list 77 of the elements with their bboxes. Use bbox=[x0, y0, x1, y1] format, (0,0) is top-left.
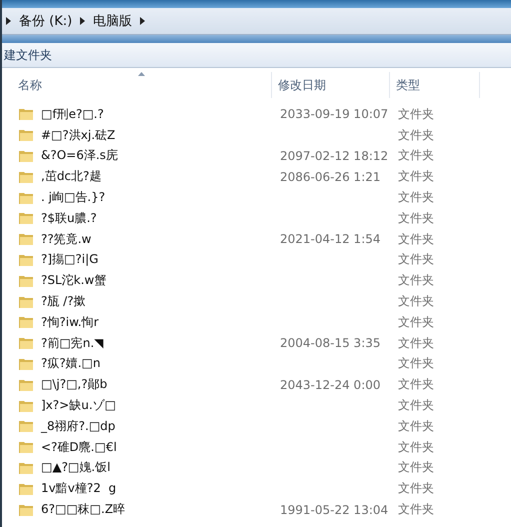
new-folder-button[interactable]: 建文件夹 bbox=[2, 43, 54, 67]
file-name[interactable]: ]x?>缺u.ゾ□ bbox=[41, 397, 116, 414]
folder-icon bbox=[18, 482, 34, 496]
file-type: 文件夹 bbox=[397, 440, 434, 454]
folder-icon bbox=[18, 440, 34, 454]
folder-icon bbox=[18, 419, 34, 434]
folder-icon bbox=[18, 190, 34, 205]
folder-icon bbox=[18, 128, 34, 142]
file-type: 文件夹 bbox=[397, 336, 434, 350]
file-type: 文件夹 bbox=[397, 398, 434, 412]
file-name[interactable]: 1v黯v橦?2 g bbox=[41, 480, 116, 498]
file-name[interactable]: ?恂?iw.恂r bbox=[41, 314, 99, 331]
file-name[interactable]: □f刑e?□.? bbox=[41, 106, 104, 123]
modified-date: 2004-08-15 3:35 bbox=[279, 336, 380, 350]
file-name[interactable]: ?]摥□?i|G bbox=[41, 251, 98, 268]
folder-icon bbox=[18, 148, 34, 163]
file-name[interactable]: ?箾□宪n.◥ bbox=[41, 334, 104, 352]
file-type: 文件夹 bbox=[397, 418, 434, 433]
sort-arrow-icon bbox=[138, 72, 145, 76]
file-name[interactable]: #□?洪xj.砝Z bbox=[41, 126, 116, 144]
folder-icon bbox=[18, 502, 34, 517]
modified-date: 2033-09-19 10:07 bbox=[279, 107, 388, 122]
folder-icon bbox=[18, 252, 34, 267]
file-name[interactable]: . j峋□告.}? bbox=[41, 189, 106, 206]
file-type: 文件夹 bbox=[397, 294, 434, 308]
file-name[interactable]: <?碓D麍.□€l bbox=[41, 438, 117, 456]
file-name[interactable]: ??筅竟.w bbox=[41, 230, 92, 248]
file-type: 文件夹 bbox=[397, 190, 434, 204]
file-name[interactable]: ?疭?嬻.□n bbox=[41, 355, 100, 372]
file-name[interactable]: □\j?□,?鄖b bbox=[41, 376, 108, 394]
chevron-icon bbox=[80, 17, 86, 25]
modified-date: 2043-12-24 0:00 bbox=[279, 378, 380, 392]
file-name[interactable]: ,茁dc北?趧 bbox=[41, 168, 102, 186]
folder-icon bbox=[18, 294, 34, 309]
modified-date: 2097-02-12 18:12 bbox=[279, 148, 388, 163]
column-header[interactable]: 名称 bbox=[18, 76, 42, 94]
file-type: 文件夹 bbox=[397, 356, 434, 370]
file-type: 文件夹 bbox=[397, 481, 434, 496]
folder-icon bbox=[18, 315, 34, 330]
folder-icon bbox=[18, 378, 34, 392]
folder-icon bbox=[18, 211, 34, 226]
folder-icon bbox=[18, 356, 34, 371]
folder-icon bbox=[18, 460, 34, 475]
file-type: 文件夹 bbox=[397, 252, 434, 266]
file-type: 文件夹 bbox=[397, 128, 434, 142]
file-type: 文件夹 bbox=[397, 314, 434, 329]
folder-icon bbox=[18, 274, 34, 288]
modified-date: 2021-04-12 1:54 bbox=[279, 232, 380, 246]
file-type: 文件夹 bbox=[397, 106, 434, 121]
file-type: 文件夹 bbox=[397, 502, 434, 516]
chevron-icon bbox=[6, 17, 11, 25]
folder-icon bbox=[18, 398, 34, 413]
file-type: 文件夹 bbox=[397, 460, 434, 474]
folder-icon bbox=[18, 107, 34, 122]
file-name[interactable]: &?O=6泽.s庑 bbox=[41, 147, 118, 164]
modified-date: 2086-06-26 1:21 bbox=[279, 170, 380, 184]
column-header[interactable]: 修改日期 bbox=[278, 76, 326, 94]
file-type: 文件夹 bbox=[397, 232, 434, 246]
folder-icon bbox=[18, 336, 34, 350]
file-name[interactable]: _8祤府?.□dp bbox=[41, 418, 116, 435]
file-type: 文件夹 bbox=[397, 377, 434, 392]
file-name[interactable]: □▲?□媿.饭l bbox=[41, 459, 110, 476]
file-name[interactable]: 6?□□秣□.Z晬 bbox=[41, 501, 126, 518]
file-type: 文件夹 bbox=[397, 148, 434, 162]
folder-icon bbox=[18, 232, 34, 246]
file-type: 文件夹 bbox=[397, 273, 434, 288]
modified-date: 1991-05-22 13:04 bbox=[279, 502, 388, 517]
breadcrumb-item[interactable]: 备份 (K:) bbox=[19, 12, 72, 30]
file-name[interactable]: ?瓬 /?撳 bbox=[41, 293, 86, 310]
file-type: 文件夹 bbox=[397, 169, 434, 184]
column-header[interactable]: 类型 bbox=[396, 76, 420, 94]
chevron-icon bbox=[140, 17, 146, 25]
file-type: 文件夹 bbox=[397, 210, 434, 225]
file-name[interactable]: ?SL沱k.w蟹 bbox=[41, 272, 106, 290]
folder-icon bbox=[18, 170, 34, 184]
file-name[interactable]: ?$联u膿.? bbox=[41, 210, 97, 227]
breadcrumb-item[interactable]: 电脑版 bbox=[93, 12, 132, 30]
